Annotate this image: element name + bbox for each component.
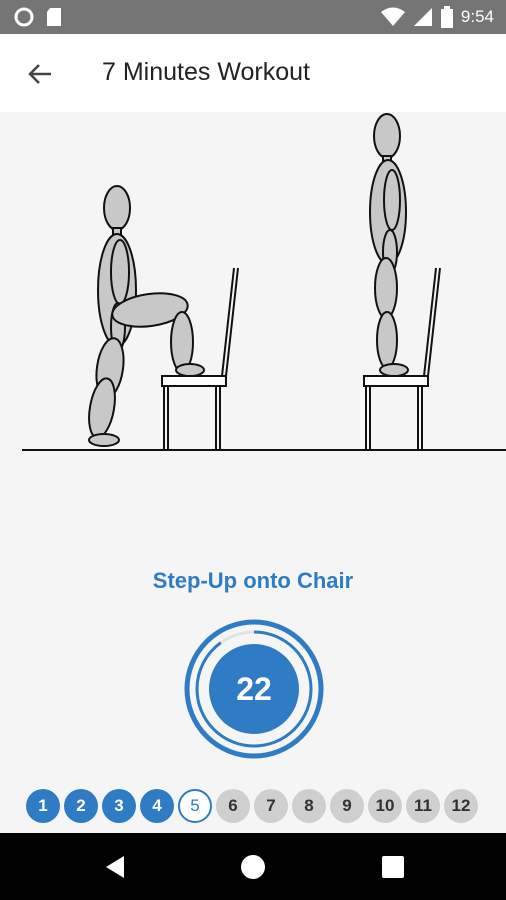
- exercise-progress: 1 2 3 4 5 6 7 8 9 10 11 12: [26, 789, 478, 823]
- navigation-bar: [0, 833, 506, 900]
- record-icon: [14, 7, 34, 27]
- status-bar: 9:54: [0, 0, 506, 34]
- figure-step-up: [88, 185, 205, 447]
- circle-home-icon: [241, 855, 265, 879]
- progress-step: 5: [178, 789, 212, 823]
- progress-step: 3: [102, 789, 136, 823]
- progress-step: 1: [26, 789, 60, 823]
- progress-step: 10: [368, 789, 402, 823]
- nav-home-button[interactable]: [237, 851, 269, 883]
- nav-recents-button[interactable]: [377, 851, 409, 883]
- back-button[interactable]: [20, 56, 60, 92]
- progress-step: 11: [406, 789, 440, 823]
- progress-step: 4: [140, 789, 174, 823]
- exercise-name: Step-Up onto Chair: [152, 568, 354, 593]
- arrow-back-icon: [28, 64, 51, 84]
- progress-step: 2: [64, 789, 98, 823]
- square-recents-icon: [382, 856, 404, 878]
- figure-standing: [369, 113, 409, 377]
- status-time: 9:54: [460, 7, 494, 26]
- timer: 22: [183, 618, 325, 760]
- app-bar: 7 Minutes Workout: [0, 34, 506, 112]
- progress-step: 12: [444, 789, 478, 823]
- battery-icon: [440, 6, 453, 28]
- page-title: 7 Minutes Workout: [102, 58, 310, 86]
- triangle-back-icon: [106, 856, 124, 878]
- exercise-illustration: [22, 113, 506, 451]
- progress-step: 8: [292, 789, 326, 823]
- nav-back-button[interactable]: [100, 851, 132, 883]
- timer-value: 22: [236, 670, 272, 707]
- progress-step: 7: [254, 789, 288, 823]
- progress-step: 6: [216, 789, 250, 823]
- cell-signal-icon: [413, 8, 432, 26]
- wifi-icon: [380, 7, 405, 26]
- progress-step: 9: [330, 789, 364, 823]
- sd-card-icon: [47, 8, 61, 26]
